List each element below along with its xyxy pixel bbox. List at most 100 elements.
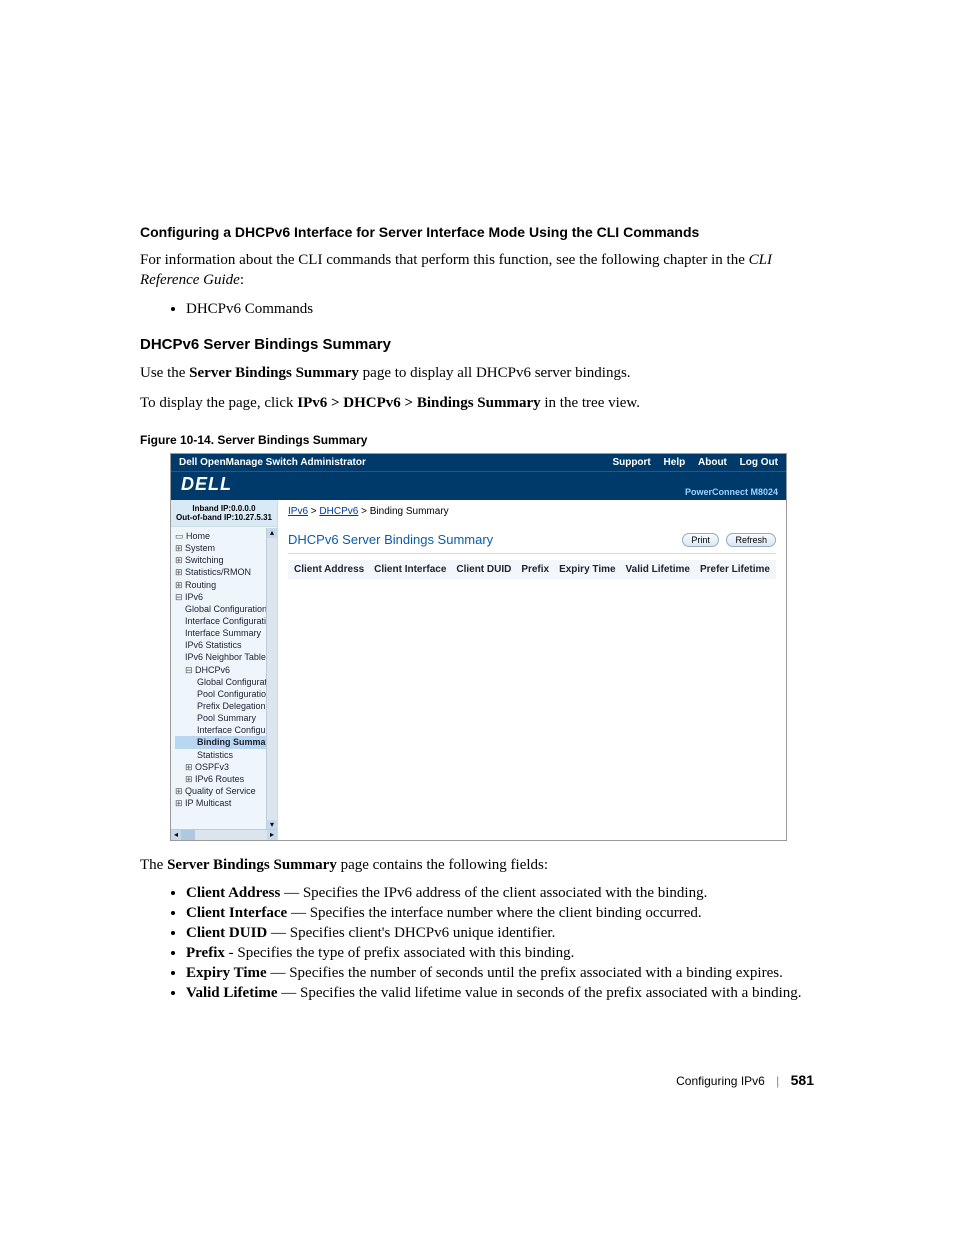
expand-icon[interactable]: ⊞: [175, 555, 185, 565]
tree-label: Switching: [185, 555, 224, 565]
dell-logo: DELL: [181, 474, 232, 495]
tree-label: OSPFv3: [195, 762, 229, 772]
tree-label: IPv6 Routes: [195, 774, 244, 784]
collapse-icon[interactable]: ⊟: [175, 592, 185, 602]
logout-link[interactable]: Log Out: [740, 457, 778, 468]
vertical-scrollbar[interactable]: ▴ ▾: [266, 528, 277, 830]
horizontal-scrollbar[interactable]: ◂ ▸: [171, 829, 277, 840]
nav-path: IPv6 > DHCPv6 > Bindings Summary: [297, 395, 540, 411]
tree-ipv6-routes[interactable]: ⊞ IPv6 Routes: [175, 773, 275, 785]
expand-icon[interactable]: ⊞: [175, 580, 185, 590]
breadcrumb: IPv6 > DHCPv6 > Binding Summary: [288, 506, 776, 517]
panel-header: DHCPv6 Server Bindings Summary Print Ref…: [288, 531, 776, 547]
field-desc: — Specifies client's DHCPv6 unique ident…: [267, 925, 555, 941]
footer-page-number: 581: [791, 1072, 814, 1088]
tree-global-config[interactable]: Global Configuration: [175, 603, 275, 615]
tree-switching[interactable]: ⊞ Switching: [175, 554, 275, 566]
col-client-address: Client Address: [294, 564, 364, 575]
col-expiry-time: Expiry Time: [559, 564, 616, 575]
text: For information about the CLI commands t…: [140, 252, 749, 268]
figure-caption: Figure 10-14. Server Bindings Summary: [140, 433, 814, 447]
divider: [288, 553, 776, 554]
col-valid-lifetime: Valid Lifetime: [626, 564, 690, 575]
expand-icon[interactable]: ⊞: [185, 762, 195, 772]
body-paragraph: For information about the CLI commands t…: [140, 250, 814, 291]
refresh-button[interactable]: Refresh: [726, 533, 776, 547]
tree-binding-summary[interactable]: Binding Summar: [175, 736, 275, 748]
nav-tree[interactable]: ▭ Home ⊞ System ⊞ Switching ⊞ Statistics…: [171, 527, 277, 809]
print-button[interactable]: Print: [682, 533, 719, 547]
bullet-list: DHCPv6 Commands: [140, 301, 814, 318]
tree-interface-summary[interactable]: Interface Summary: [175, 627, 275, 639]
ip-header: Inband IP:0.0.0.0 Out-of-band IP:10.27.5…: [171, 500, 277, 527]
app-title: Dell OpenManage Switch Administrator: [179, 457, 366, 468]
tree-pool-summary[interactable]: Pool Summary: [175, 712, 275, 724]
col-prefer-lifetime: Prefer Lifetime: [700, 564, 770, 575]
list-item: Client Address — Specifies the IPv6 addr…: [186, 885, 814, 902]
tree-d-global-config[interactable]: Global Configuratio: [175, 676, 275, 688]
tree-label: IP Multicast: [185, 798, 231, 808]
tree-neighbor-table[interactable]: IPv6 Neighbor Table: [175, 651, 275, 663]
tree-statistics[interactable]: ⊞ Statistics/RMON: [175, 566, 275, 578]
collapse-icon[interactable]: ⊟: [185, 665, 195, 675]
table-header-row: Client Address Client Interface Client D…: [288, 560, 776, 579]
crumb-current: Binding Summary: [370, 506, 449, 517]
screenshot-figure: Dell OpenManage Switch Administrator Sup…: [170, 453, 787, 841]
scroll-up-icon[interactable]: ▴: [267, 528, 277, 538]
crumb-dhcpv6[interactable]: DHCPv6: [319, 506, 358, 517]
tree-routing[interactable]: ⊞ Routing: [175, 579, 275, 591]
text: page to display all DHCPv6 server bindin…: [359, 365, 631, 381]
expand-icon[interactable]: ⊞: [175, 567, 185, 577]
crumb-ipv6[interactable]: IPv6: [288, 506, 308, 517]
body-paragraph: To display the page, click IPv6 > DHCPv6…: [140, 393, 814, 413]
list-item: Valid Lifetime — Specifies the valid lif…: [186, 985, 814, 1002]
document-page: Configuring a DHCPv6 Interface for Serve…: [0, 0, 954, 1168]
help-link[interactable]: Help: [664, 457, 686, 468]
scroll-left-icon[interactable]: ◂: [171, 830, 181, 840]
tree-ipv6-stats[interactable]: IPv6 Statistics: [175, 639, 275, 651]
text: :: [240, 272, 244, 288]
app-titlebar: Dell OpenManage Switch Administrator Sup…: [171, 454, 786, 471]
col-client-interface: Client Interface: [374, 564, 446, 575]
list-item: Expiry Time — Specifies the number of se…: [186, 965, 814, 982]
text: Use the: [140, 365, 189, 381]
list-item: Prefix - Specifies the type of prefix as…: [186, 945, 814, 962]
field-term: Client Address: [186, 885, 280, 901]
expand-icon[interactable]: ⊞: [175, 786, 185, 796]
tree-pool-config[interactable]: Pool Configuration: [175, 688, 275, 700]
tree-system[interactable]: ⊞ System: [175, 542, 275, 554]
expand-icon[interactable]: ⊞: [175, 798, 185, 808]
list-item: Client DUID — Specifies client's DHCPv6 …: [186, 925, 814, 942]
brand-bar: DELL PowerConnect M8024: [171, 471, 786, 500]
text: The: [140, 857, 167, 873]
tree-statistics-node[interactable]: Statistics: [175, 749, 275, 761]
titlebar-links: Support Help About Log Out: [602, 457, 778, 468]
col-client-duid: Client DUID: [456, 564, 511, 575]
scroll-right-icon[interactable]: ▸: [267, 830, 277, 840]
support-link[interactable]: Support: [612, 457, 650, 468]
tree-label: Statistics/RMON: [185, 567, 251, 577]
tree-ipmc[interactable]: ⊞ IP Multicast: [175, 797, 275, 809]
footer-chapter: Configuring IPv6: [676, 1074, 765, 1088]
field-desc: — Specifies the IPv6 address of the clie…: [280, 885, 707, 901]
app-body: Inband IP:0.0.0.0 Out-of-band IP:10.27.5…: [171, 500, 786, 840]
section-heading: DHCPv6 Server Bindings Summary: [140, 336, 814, 353]
tree-qos[interactable]: ⊞ Quality of Service: [175, 785, 275, 797]
expand-icon[interactable]: ⊞: [185, 774, 195, 784]
about-link[interactable]: About: [698, 457, 727, 468]
panel-buttons: Print Refresh: [678, 531, 776, 547]
expand-icon[interactable]: ⊞: [175, 543, 185, 553]
body-paragraph: Use the Server Bindings Summary page to …: [140, 363, 814, 383]
tree-home[interactable]: ▭ Home: [175, 530, 275, 542]
tree-prefix-delegation[interactable]: Prefix Delegation C: [175, 700, 275, 712]
panel-title: DHCPv6 Server Bindings Summary: [288, 532, 493, 547]
tree-ospf[interactable]: ⊞ OSPFv3: [175, 761, 275, 773]
tree-dhcpv6[interactable]: ⊟ DHCPv6: [175, 664, 275, 676]
tree-interface-config-2[interactable]: Interface Configura: [175, 724, 275, 736]
scroll-thumb[interactable]: [181, 830, 195, 840]
footer-separator: |: [776, 1074, 779, 1088]
tree-ipv6[interactable]: ⊟ IPv6: [175, 591, 275, 603]
field-desc: — Specifies the interface number where t…: [287, 905, 701, 921]
doc-icon: ▭: [175, 531, 186, 541]
tree-interface-config[interactable]: Interface Configuratio: [175, 615, 275, 627]
